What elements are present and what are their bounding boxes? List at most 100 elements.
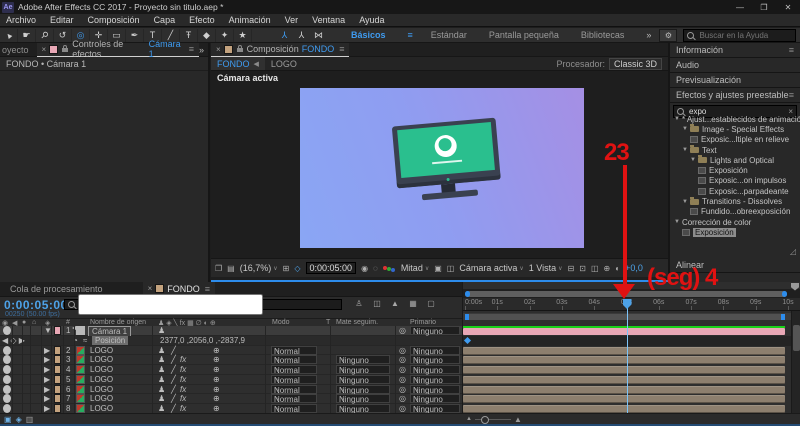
collapse-switch-icon[interactable]: ♟ <box>158 385 165 394</box>
transparency-grid-icon[interactable]: ◫ <box>447 264 455 273</box>
quality-switch-icon[interactable]: ╱ <box>171 394 176 403</box>
workspace-pantalla-pequena[interactable]: Pantalla pequeña <box>489 30 559 40</box>
tree-item-text[interactable]: ▼Text <box>670 145 800 155</box>
panel-menu-icon[interactable]: ≡ <box>189 44 194 54</box>
matte-select[interactable]: Ninguno∨ <box>336 375 390 384</box>
show-snapshot-icon[interactable]: ◌ <box>373 264 378 273</box>
close-tab-icon[interactable]: × <box>216 45 221 54</box>
flowchart-icon[interactable]: ⊕ <box>604 264 611 273</box>
mode-select[interactable]: Normal∨ <box>271 346 317 355</box>
timeline-zoom-control[interactable]: ▲ ▲ <box>466 415 522 424</box>
view-select[interactable]: Cámara activa∨ <box>459 263 523 273</box>
tree-item-exposic-ltiple-en-relieve[interactable]: Exposic...ltiple en relieve <box>670 135 800 145</box>
quality-switch-icon[interactable]: ╱ <box>171 346 176 355</box>
layer-bar[interactable] <box>463 395 785 403</box>
tool-hand[interactable]: ☛ <box>18 29 36 42</box>
collapse-switch-icon[interactable]: ♟ <box>158 394 165 403</box>
zoom-slider-knob[interactable] <box>481 416 489 424</box>
lock-icon[interactable]: ⌂ <box>32 319 36 326</box>
video-eye-icon[interactable] <box>3 404 11 413</box>
tool-axis-view[interactable]: ⋈ <box>310 29 327 42</box>
help-search-input[interactable] <box>697 30 792 41</box>
parent-pickwhip-icon[interactable]: ◎ <box>399 375 406 384</box>
fx-switch-icon[interactable]: fx <box>180 375 186 384</box>
tree-item-lights-and-optical[interactable]: ▼Lights and Optical <box>670 155 800 165</box>
twirl-right-icon[interactable]: ▶ <box>44 385 50 394</box>
solo-icon[interactable]: ● <box>22 319 26 326</box>
tool-roto-brush[interactable]: ✦ <box>216 29 234 42</box>
3d-switch-icon[interactable]: ⊕ <box>213 404 220 413</box>
parent-pickwhip-icon[interactable]: ◎ <box>399 346 406 355</box>
tree-item-image-special-effects[interactable]: ▼Image - Special Effects <box>670 124 800 134</box>
view-layout-select[interactable]: 1 Vista∨ <box>529 263 563 273</box>
3d-switch-icon[interactable]: ⊕ <box>213 365 220 374</box>
tab-effect-controls[interactable]: × Controles de efectos Cámara 1 ≡ <box>37 43 199 57</box>
panel-header-informacion[interactable]: Información≡ <box>670 43 800 58</box>
video-eye-icon[interactable] <box>3 365 11 374</box>
parent-select[interactable]: Ninguno∨ <box>410 365 460 374</box>
tree-item-ajust-establecidos-de-animacion[interactable]: ▼* Ajust...establecidos de animación <box>670 114 800 124</box>
collapse-switch-icon[interactable]: ♟ <box>158 404 165 413</box>
menu-capa[interactable]: Capa <box>154 15 176 25</box>
label-color-swatch[interactable] <box>54 365 61 374</box>
resolution-select[interactable]: Mitad∨ <box>401 263 429 273</box>
twirl-right-icon[interactable]: ▶ <box>44 375 50 384</box>
fast-preview-icon[interactable]: ⊡ <box>579 264 586 273</box>
work-area-bar[interactable] <box>463 313 800 320</box>
collapse-switch-icon[interactable]: ♟ <box>158 355 165 364</box>
3d-switch-icon[interactable]: ⊕ <box>213 394 220 403</box>
close-button[interactable]: ✕ <box>776 0 800 14</box>
tool-axis-world[interactable]: ⅄ <box>293 29 310 42</box>
mode-select[interactable]: Normal∨ <box>271 365 317 374</box>
menu-archivo[interactable]: Archivo <box>6 15 36 25</box>
twirl-down-icon[interactable]: ▼ <box>682 147 688 153</box>
comp-tab-logo[interactable]: LOGO <box>265 57 303 70</box>
timeline-search-box[interactable] <box>64 299 342 310</box>
roi-icon[interactable]: ◇ <box>294 264 300 273</box>
tool-zoom[interactable]: ⚲ <box>36 29 54 42</box>
tree-item-exposicion[interactable]: Exposición <box>670 227 800 237</box>
layer-row-logo-6[interactable]: ▶6LOGO♟╱fx⊕Normal∨Ninguno∨◎Ninguno∨ <box>0 385 462 395</box>
twirl-right-icon[interactable]: ▶ <box>44 394 50 403</box>
video-eye-icon[interactable] <box>3 385 11 394</box>
3d-switch-icon[interactable]: ⊕ <box>213 355 220 364</box>
tool-puppet[interactable]: ★ <box>234 29 252 42</box>
zoom-slider[interactable] <box>475 419 511 420</box>
video-eye-icon[interactable] <box>3 375 11 384</box>
matte-select[interactable]: Ninguno∨ <box>336 365 390 374</box>
twirl-right-icon[interactable]: ▶ <box>44 365 50 374</box>
layer-row-logo-2[interactable]: ▶2LOGO♟╱⊕Normal∨◎Ninguno∨ <box>0 346 462 356</box>
3d-switch-icon[interactable]: ⊕ <box>213 385 220 394</box>
label-color-swatch[interactable] <box>54 326 61 335</box>
composition-canvas[interactable] <box>300 88 584 248</box>
panel-grip-icon[interactable]: ◿ <box>790 247 796 256</box>
label-color-swatch[interactable] <box>54 404 61 413</box>
toggle-transfer-icon[interactable]: ◈ <box>16 415 22 424</box>
tree-item-correccion-de-color[interactable]: ▼Corrección de color <box>670 217 800 227</box>
property-name[interactable]: Posición <box>92 336 128 345</box>
panel-menu-icon[interactable]: ≡ <box>339 44 344 54</box>
parent-pickwhip-icon[interactable]: ◎ <box>399 385 406 394</box>
help-search-box[interactable] <box>683 29 796 42</box>
mode-select[interactable]: Normal∨ <box>271 404 317 413</box>
current-time-display[interactable]: 0:00:05:00 <box>4 298 68 312</box>
parent-select[interactable]: Ninguno∨ <box>410 385 460 394</box>
parent-select[interactable]: Ninguno∨ <box>410 346 460 355</box>
tree-item-fundido-obreexposicion[interactable]: Fundido...obreexposición <box>670 207 800 217</box>
exposure-value[interactable]: +0,0 <box>625 263 643 273</box>
fx-switch-icon[interactable]: fx <box>180 404 186 413</box>
quality-switch-icon[interactable]: ╱ <box>171 385 176 394</box>
viewer-timecode[interactable]: 0:00:05:00 <box>306 262 357 274</box>
panel-menu-icon[interactable]: ≡ <box>205 284 210 294</box>
multi-view-icon[interactable]: ❐ <box>215 264 222 273</box>
menu-editar[interactable]: Editar <box>50 15 74 25</box>
workspace-basicos[interactable]: Básicos <box>351 30 386 40</box>
timeline-jump-icon[interactable]: ◫ <box>591 264 599 273</box>
parent-select[interactable]: Ninguno∨ <box>410 355 460 364</box>
region-of-interest-icon[interactable]: ▣ <box>434 264 442 273</box>
matte-select[interactable]: Ninguno∨ <box>336 355 390 364</box>
twirl-right-icon[interactable]: ▶ <box>44 404 50 413</box>
panel-menu-icon[interactable]: ≡ <box>789 45 794 55</box>
timeline-vertical-scrollbar[interactable] <box>791 311 800 413</box>
tool-selection[interactable]: ▲ <box>0 29 18 42</box>
